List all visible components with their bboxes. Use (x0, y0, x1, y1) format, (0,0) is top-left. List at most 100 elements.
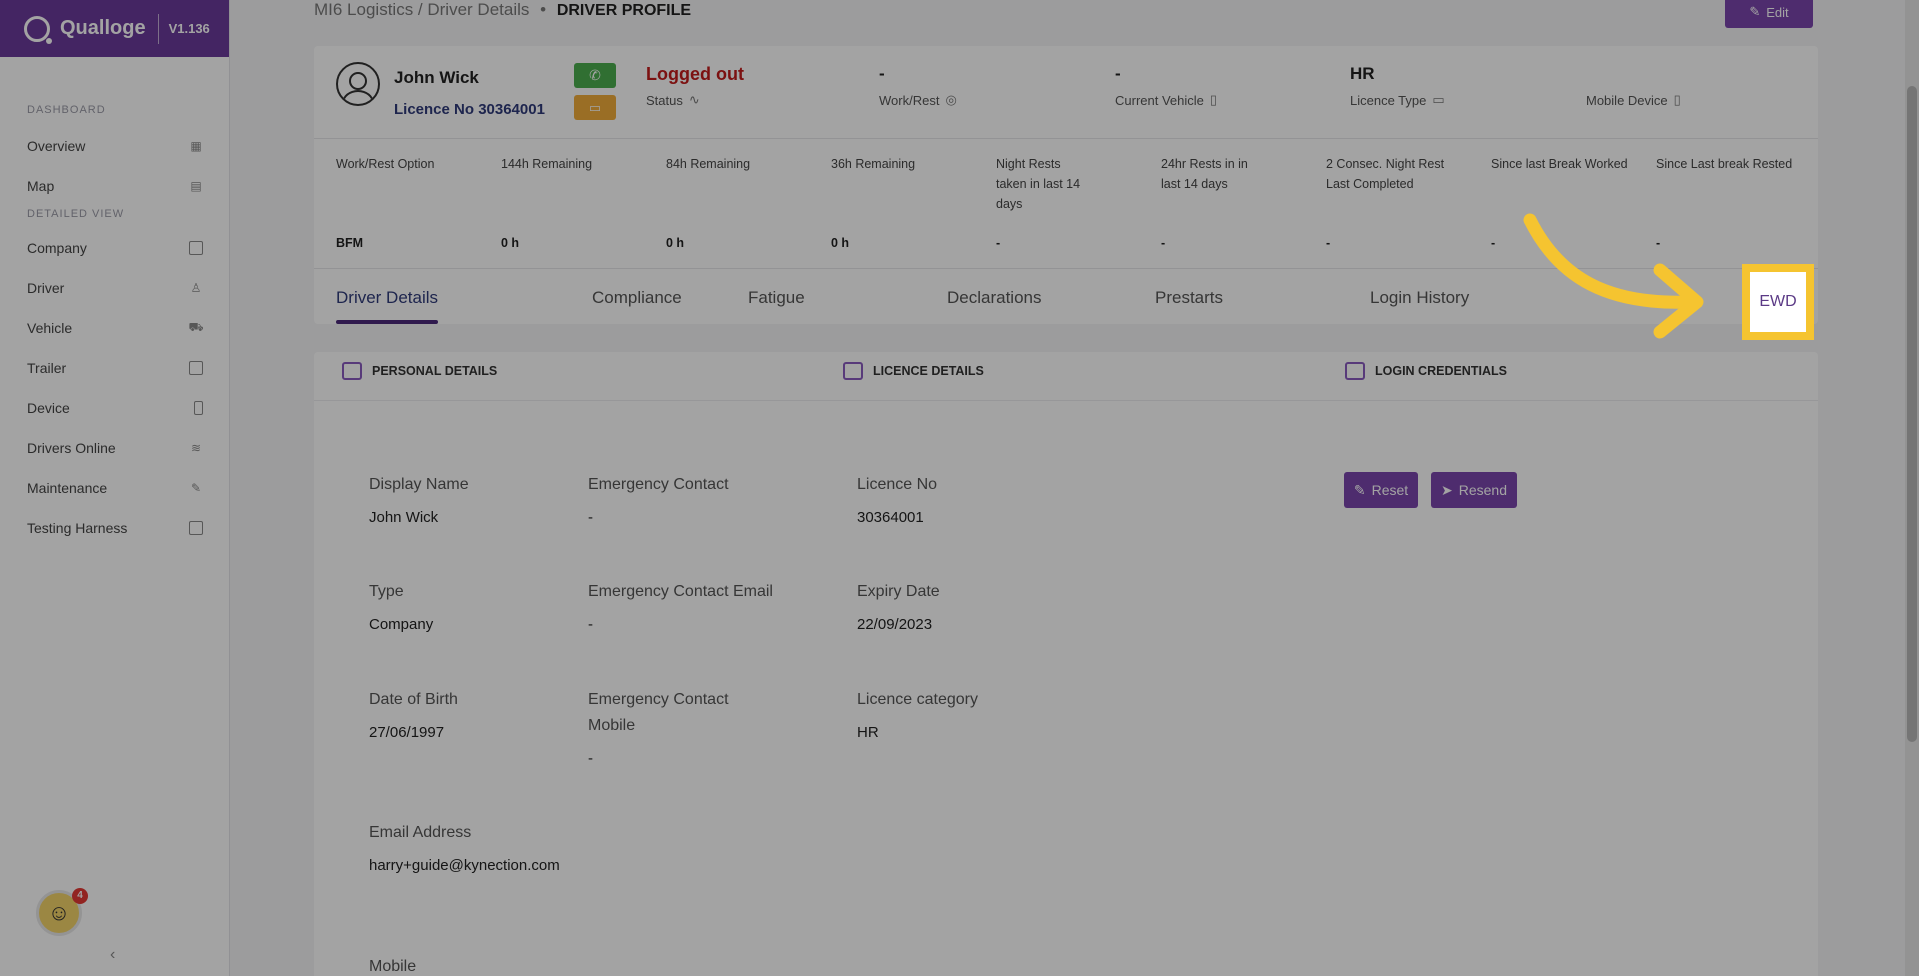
licence-type-label: Licence Type (1350, 92, 1427, 108)
field-label: Expiry Date (857, 583, 940, 600)
rest-value: - (1491, 236, 1496, 250)
app-version: V1.136 (168, 21, 210, 36)
brand-divider (157, 13, 159, 44)
phone-icon: ✆ (589, 67, 601, 83)
trailer-icon (189, 361, 203, 375)
sidebar: Qualloge V1.136 DASHBOARD Overview ▦ Map… (0, 0, 230, 976)
vehicle-label: Current Vehicle (1115, 92, 1204, 108)
login-credentials-title: LOGIN CREDENTIALS (1375, 364, 1507, 378)
user-avatar-icon (336, 62, 380, 106)
sidebar-item-testing-harness[interactable]: Testing Harness (0, 508, 229, 548)
sidebar-item-company[interactable]: Company (0, 228, 229, 268)
call-button[interactable]: ✆ (574, 63, 616, 88)
breadcrumb-parent[interactable]: MI6 Logistics / Driver Details (314, 0, 529, 19)
sidebar-item-map[interactable]: Map ▤ (0, 166, 229, 206)
sidebar-item-label: Trailer (27, 360, 67, 376)
phone-icon (194, 401, 203, 415)
field-value: - (588, 750, 593, 767)
tab-driver-details[interactable]: Driver Details (336, 288, 438, 308)
field-mobile: Mobile (369, 954, 579, 976)
driver-name: John Wick (394, 68, 479, 87)
mobile-device-stat: Mobile Device ▯ (1586, 64, 1681, 108)
reset-button[interactable]: ✎ Reset (1344, 472, 1418, 508)
user-icon: ♙ (190, 281, 202, 295)
section-label-detailed-view: DETAILED VIEW (27, 208, 125, 220)
building-icon (189, 241, 203, 255)
pulse-icon: ∿ (688, 92, 700, 107)
divider (314, 400, 1818, 401)
driver-profile-card: John Wick Licence No 30364001 ✆ ▭ Logged… (314, 46, 1818, 324)
sidebar-item-label: Driver (27, 280, 65, 296)
sidebar-item-label: Testing Harness (27, 520, 128, 536)
vehicle-stat: - Current Vehicle ▯ (1115, 64, 1217, 108)
collapse-sidebar-icon[interactable]: ‹ (110, 946, 115, 964)
rest-value: BFM (336, 236, 364, 250)
rest-header: Since last Break Worked (1491, 157, 1628, 171)
rest-value: - (1656, 236, 1661, 250)
sidebar-item-driver[interactable]: Driver ♙ (0, 268, 229, 308)
licence-type-stat: HR Licence Type ▭ (1350, 64, 1445, 108)
tab-login-history[interactable]: Login History (1370, 288, 1469, 308)
tab-fatigue[interactable]: Fatigue (748, 288, 805, 308)
status-label: Status (646, 92, 683, 108)
scrollbar-thumb[interactable] (1907, 86, 1917, 742)
field-email: Email Address harry+guide@kynection.com (369, 820, 564, 878)
brand-name: Qualloge (60, 17, 146, 39)
field-display-name: Display Name John Wick (369, 472, 579, 530)
sidebar-item-device[interactable]: Device (0, 388, 229, 428)
rest-header: Work/Rest Option (336, 157, 435, 171)
section-label-dashboard: DASHBOARD (27, 104, 106, 116)
resend-button[interactable]: ➤ Resend (1431, 472, 1517, 508)
field-label: Emergency Contact (588, 476, 729, 493)
id-card-icon (843, 362, 863, 380)
map-icon: ▤ (190, 179, 202, 193)
message-button[interactable]: ▭ (574, 95, 616, 120)
field-licence-category: Licence category HR (857, 687, 1067, 745)
scrollbar[interactable] (1905, 0, 1919, 976)
sidebar-item-drivers-online[interactable]: Drivers Online ≋ (0, 428, 229, 468)
tab-declarations[interactable]: Declarations (947, 288, 1042, 308)
notification-badge: 4 (72, 888, 88, 904)
edit-label: Edit (1766, 4, 1789, 20)
sidebar-item-label: Maintenance (27, 480, 108, 496)
rest-value: - (1161, 236, 1166, 250)
field-label: Type (369, 583, 404, 600)
field-value: - (588, 616, 593, 633)
field-value: John Wick (369, 509, 439, 526)
edit-icon: ✎ (1749, 4, 1761, 19)
field-label: Emergency Contact Email (588, 583, 773, 600)
grid-icon: ▦ (190, 139, 202, 153)
field-date-of-birth: Date of Birth 27/06/1997 (369, 687, 579, 745)
field-value: Company (369, 616, 434, 633)
sidebar-item-label: Overview (27, 138, 86, 154)
edit-button[interactable]: ✎ Edit (1725, 0, 1813, 28)
driver-details-panel: PERSONAL DETAILS LICENCE DETAILS LOGIN C… (314, 352, 1818, 976)
breadcrumb-separator: • (540, 0, 547, 19)
rest-header: 24hr Rests in in last 14 days (1161, 157, 1248, 191)
status-stat: Logged out Status ∿ (646, 64, 744, 108)
rest-value: 0 h (501, 236, 520, 250)
tab-compliance[interactable]: Compliance (592, 288, 682, 308)
tab-ewd[interactable]: EWD (1742, 264, 1814, 340)
vehicle-value: - (1115, 64, 1121, 83)
brand-header[interactable]: Qualloge V1.136 (0, 0, 229, 57)
rest-header: 36h Remaining (831, 157, 916, 171)
field-label: Email Address (369, 824, 472, 841)
personal-details-header: PERSONAL DETAILS (342, 362, 497, 380)
field-label: Date of Birth (369, 691, 458, 708)
sidebar-item-overview[interactable]: Overview ▦ (0, 126, 229, 166)
main-content: MI6 Logistics / Driver Details • DRIVER … (230, 0, 1919, 976)
mobile-icon: ▯ (1673, 92, 1681, 107)
wrench-icon: ✎ (190, 481, 202, 495)
workrest-value: - (879, 64, 885, 83)
chat-icon: ▭ (588, 99, 602, 115)
field-value: HR (857, 724, 879, 741)
truck-icon: ⛟ (188, 320, 204, 334)
sidebar-item-maintenance[interactable]: Maintenance ✎ (0, 468, 229, 508)
tab-prestarts[interactable]: Prestarts (1155, 288, 1223, 308)
sidebar-item-trailer[interactable]: Trailer (0, 348, 229, 388)
sidebar-item-vehicle[interactable]: Vehicle ⛟ (0, 308, 229, 348)
rest-header: Night Rests taken in last 14 days (996, 157, 1081, 211)
sidebar-item-label: Vehicle (27, 320, 73, 336)
rest-header: 144h Remaining (501, 157, 593, 171)
